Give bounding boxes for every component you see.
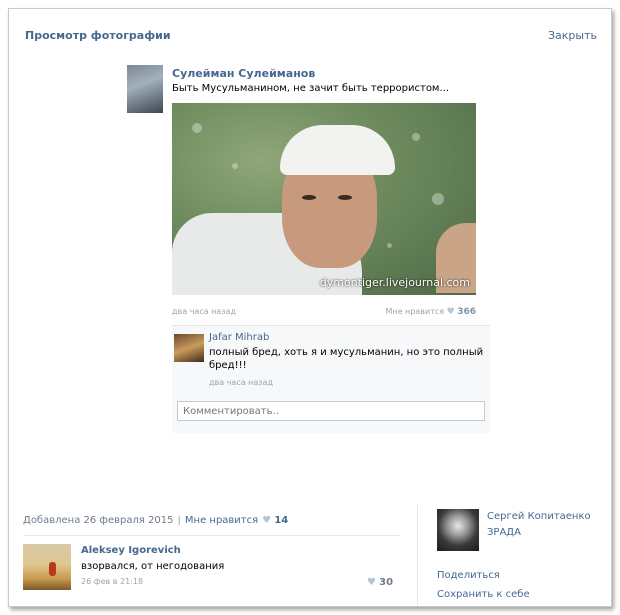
share-link[interactable]: Поделиться [437, 570, 500, 581]
comment-author-avatar[interactable] [174, 334, 204, 362]
comment-text: полный бред, хоть я и мусульманин, но эт… [209, 347, 484, 371]
post-photo[interactable]: dymontiger.livejournal.com [172, 103, 476, 295]
viewer-title: Просмотр фотографии [25, 29, 171, 42]
comment-time: два часа назад [209, 378, 273, 387]
comment2-like-button[interactable]: ♥ 30 [367, 577, 393, 588]
divider [23, 535, 401, 536]
photo-viewer-window: Просмотр фотографии Закрыть Сулейман Сул… [8, 8, 612, 607]
added-date: Добавлена 26 февраля 2015 [23, 515, 174, 526]
column-divider [417, 505, 418, 605]
heart-icon: ♥ [262, 515, 275, 526]
comment2-like-count: 30 [379, 577, 394, 588]
heart-icon: ♥ [446, 307, 455, 317]
comment2-time: 26 фев в 21:18 [81, 577, 144, 586]
owner-album-link[interactable]: ЗРАДА [487, 527, 521, 538]
owner-name-link[interactable]: Сергей Копитаенко [487, 511, 591, 522]
comment-author-link[interactable]: Jafar Mihrab [209, 332, 269, 343]
post-like-label: Мне нравится [385, 307, 445, 316]
post-author-avatar[interactable] [127, 65, 163, 113]
post-like-count: 366 [457, 307, 476, 317]
comment2-author-avatar[interactable] [23, 544, 71, 590]
post-like-button[interactable]: Мне нравится ♥ 366 [385, 307, 476, 317]
comment2-text: взорвался, от негодования [81, 561, 225, 572]
comments-section: Jafar Mihrab полный бред, хоть я и мусул… [172, 325, 490, 433]
photo-like-count: 14 [274, 515, 289, 526]
heart-icon: ♥ [367, 577, 380, 588]
close-link[interactable]: Закрыть [548, 29, 597, 42]
separator: | [177, 515, 181, 526]
post-time: два часа назад [172, 307, 236, 316]
photo-info-row: Добавлена 26 февраля 2015 | Мне нравится ♥ … [23, 515, 288, 526]
save-link[interactable]: Сохранить к себе [437, 589, 530, 600]
comment2-author-link[interactable]: Aleksey Igorevich [81, 545, 181, 556]
photo-watermark: dymontiger.livejournal.com [319, 276, 470, 289]
photo-like-button[interactable]: Мне нравится [185, 515, 258, 526]
post-text: Быть Мусульманином, не зачит быть террор… [172, 83, 450, 94]
owner-avatar[interactable] [437, 509, 479, 551]
post-author-link[interactable]: Сулейман Сулейманов [172, 67, 315, 80]
comment-input[interactable] [177, 401, 485, 421]
